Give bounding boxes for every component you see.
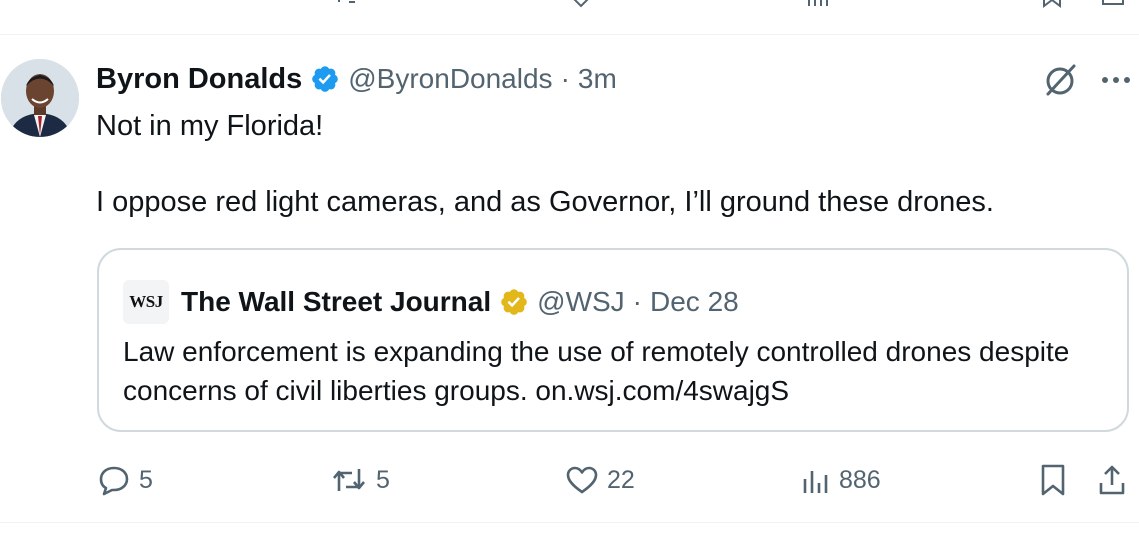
tweet-actions: 5 5 22 886 [0, 460, 1139, 500]
quoted-date[interactable]: Dec 28 [650, 286, 739, 318]
previous-repost-icon[interactable] [335, 0, 359, 8]
quoted-avatar[interactable]: WSJ [123, 280, 169, 324]
previous-bookmark-icon[interactable] [1040, 0, 1064, 8]
avatar-photo [1, 59, 79, 137]
bookmark-button[interactable] [1039, 460, 1067, 500]
avatar[interactable] [1, 59, 79, 137]
gold-verified-badge-icon[interactable] [499, 287, 529, 317]
quoted-handle[interactable]: @WSJ [537, 286, 625, 318]
previous-views-icon[interactable] [805, 0, 831, 8]
like-count: 22 [607, 465, 635, 494]
tweet-header: Byron Donalds @ByronDonalds · 3m [96, 62, 617, 96]
grok-icon[interactable] [1041, 61, 1079, 99]
views-icon [803, 471, 828, 493]
reply-button[interactable]: 5 [97, 460, 153, 500]
quoted-tweet-text: Law enforcement is expanding the use of … [123, 336, 1070, 406]
previous-like-icon[interactable] [568, 0, 594, 8]
quoted-author-name[interactable]: The Wall Street Journal [181, 286, 491, 318]
tweet[interactable]: Byron Donalds @ByronDonalds · 3m Not in … [0, 35, 1139, 525]
reply-count: 5 [139, 465, 153, 494]
tweet-text-line-1: Not in my Florida! [96, 110, 324, 142]
blue-verified-badge-icon[interactable] [310, 64, 340, 94]
bookmark-icon [1041, 464, 1065, 496]
quoted-tweet[interactable]: WSJ The Wall Street Journal @WSJ · Dec 2… [97, 248, 1129, 432]
previous-tweet-actions [0, 0, 1139, 8]
repost-button[interactable]: 5 [330, 460, 390, 500]
previous-reply-icon[interactable] [100, 0, 124, 8]
header-separator: · [560, 63, 570, 94]
tweet-top-controls [1041, 61, 1139, 99]
author-name[interactable]: Byron Donalds [96, 63, 302, 96]
tweet-text: Not in my Florida! I oppose red light ca… [96, 107, 1106, 221]
tweet-text-line-2: I oppose red light cameras, and as Gover… [96, 186, 994, 218]
repost-icon [333, 469, 365, 491]
share-button[interactable] [1097, 460, 1127, 500]
views-count: 886 [839, 465, 881, 494]
like-button[interactable]: 22 [565, 460, 635, 500]
more-icon[interactable] [1101, 75, 1131, 85]
separator-bottom [0, 522, 1139, 523]
share-icon [1099, 465, 1125, 495]
like-icon [566, 466, 598, 494]
reply-icon [99, 466, 129, 496]
views-button[interactable]: 886 [801, 460, 881, 500]
quoted-tweet-header: WSJ The Wall Street Journal @WSJ · Dec 2… [123, 280, 739, 324]
author-handle[interactable]: @ByronDonalds [348, 63, 552, 95]
repost-count: 5 [376, 465, 390, 494]
previous-share-icon[interactable] [1100, 0, 1126, 8]
quoted-separator: · [632, 286, 642, 317]
tweet-time[interactable]: 3m [578, 63, 617, 95]
